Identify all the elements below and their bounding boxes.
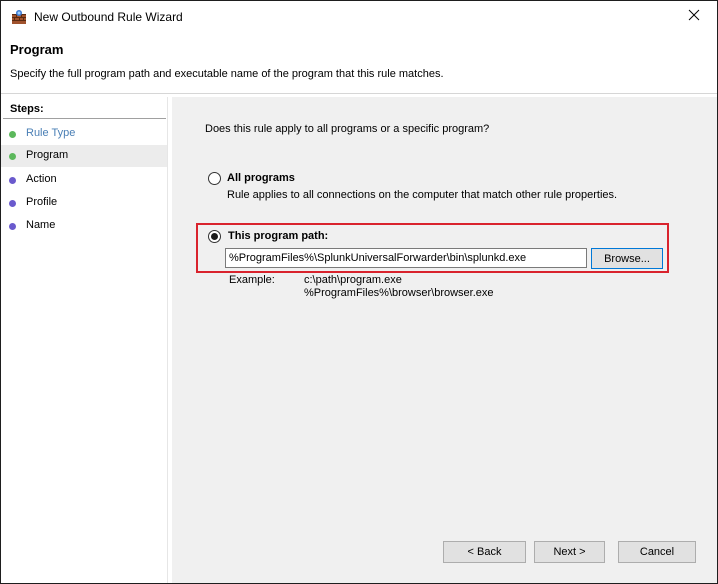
this-program-radio[interactable]: [208, 230, 221, 243]
page-description: Specify the full program path and execut…: [10, 68, 444, 80]
step-label: Rule Type: [26, 127, 76, 139]
step-name[interactable]: Name: [1, 215, 167, 237]
close-button[interactable]: [671, 1, 717, 32]
step-label: Name: [26, 219, 56, 231]
window-title: New Outbound Rule Wizard: [34, 10, 183, 24]
wizard-header: Program Specify the full program path an…: [1, 32, 717, 94]
step-action[interactable]: Action: [1, 169, 167, 191]
this-program-label[interactable]: This program path:: [228, 230, 328, 242]
page-title: Program: [10, 42, 64, 57]
step-label: Program: [26, 149, 69, 161]
steps-title: Steps:: [10, 103, 44, 115]
wizard-window: New Outbound Rule Wizard Program Specify…: [0, 0, 718, 584]
step-label: Profile: [26, 196, 58, 208]
step-status-icon: [9, 223, 16, 230]
scope-question: Does this rule apply to all programs or …: [205, 123, 490, 135]
all-programs-description: Rule applies to all connections on the c…: [227, 189, 618, 201]
all-programs-radio[interactable]: [208, 172, 221, 185]
step-status-icon: [9, 200, 16, 207]
step-status-icon: [9, 131, 16, 138]
example-label: Example:: [229, 274, 275, 286]
steps-divider: [3, 118, 166, 119]
back-button[interactable]: < Back: [443, 541, 526, 563]
radio-selected-dot: [211, 233, 218, 240]
title-bar[interactable]: New Outbound Rule Wizard: [1, 1, 717, 32]
example-line: c:\path\program.exe: [304, 274, 402, 286]
step-rule-type[interactable]: Rule Type: [1, 123, 167, 145]
all-programs-label[interactable]: All programs: [227, 172, 295, 184]
steps-sidebar: Steps: Rule Type Program Action Profile …: [1, 97, 168, 583]
step-program[interactable]: Program: [1, 145, 167, 167]
step-profile[interactable]: Profile: [1, 192, 167, 214]
step-label: Action: [26, 173, 57, 185]
example-line: %ProgramFiles%\browser\browser.exe: [304, 287, 494, 299]
step-status-icon: [9, 177, 16, 184]
browse-button[interactable]: Browse...: [591, 248, 663, 269]
main-panel: Does this rule apply to all programs or …: [172, 97, 717, 583]
program-path-input[interactable]: [225, 248, 587, 268]
next-button[interactable]: Next >: [534, 541, 605, 563]
close-icon: [688, 9, 700, 24]
cancel-button[interactable]: Cancel: [618, 541, 696, 563]
step-status-icon: [9, 153, 16, 160]
firewall-wall-icon: [11, 9, 27, 25]
